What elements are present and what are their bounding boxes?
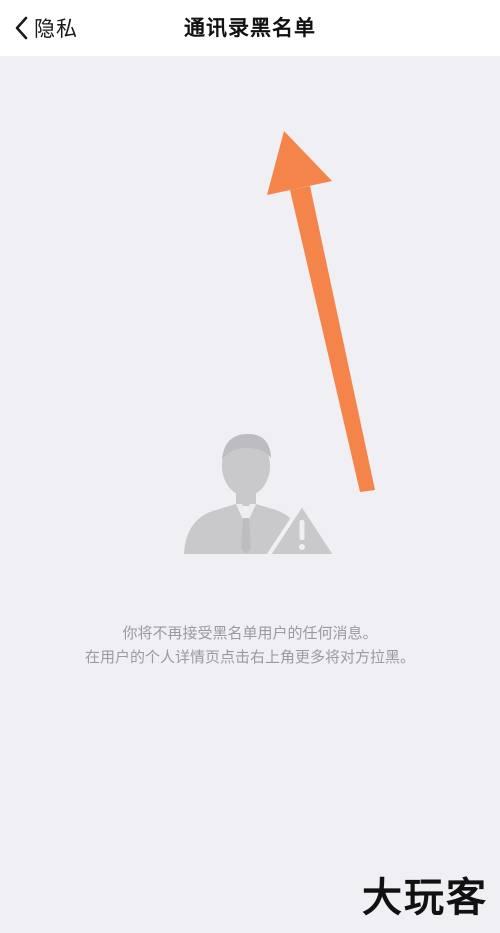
blocked-user-warning-icon [180,430,340,560]
watermark-logo: 大玩客 [362,874,488,921]
page-title: 通讯录黑名单 [184,16,316,40]
navigation-bar: 隐私 通讯录黑名单 [0,0,500,56]
empty-hint-line-2: 在用户的个人详情页点击右上角更多将对方拉黑。 [84,648,415,666]
empty-hint-line-1: 你将不再接受黑名单用户的任何消息。 [122,624,378,642]
blacklist-screen: 隐私 通讯录黑名单 你将不再接受黑名单用户的任何消息。 在用户的个人详情页点击右… [0,0,500,933]
